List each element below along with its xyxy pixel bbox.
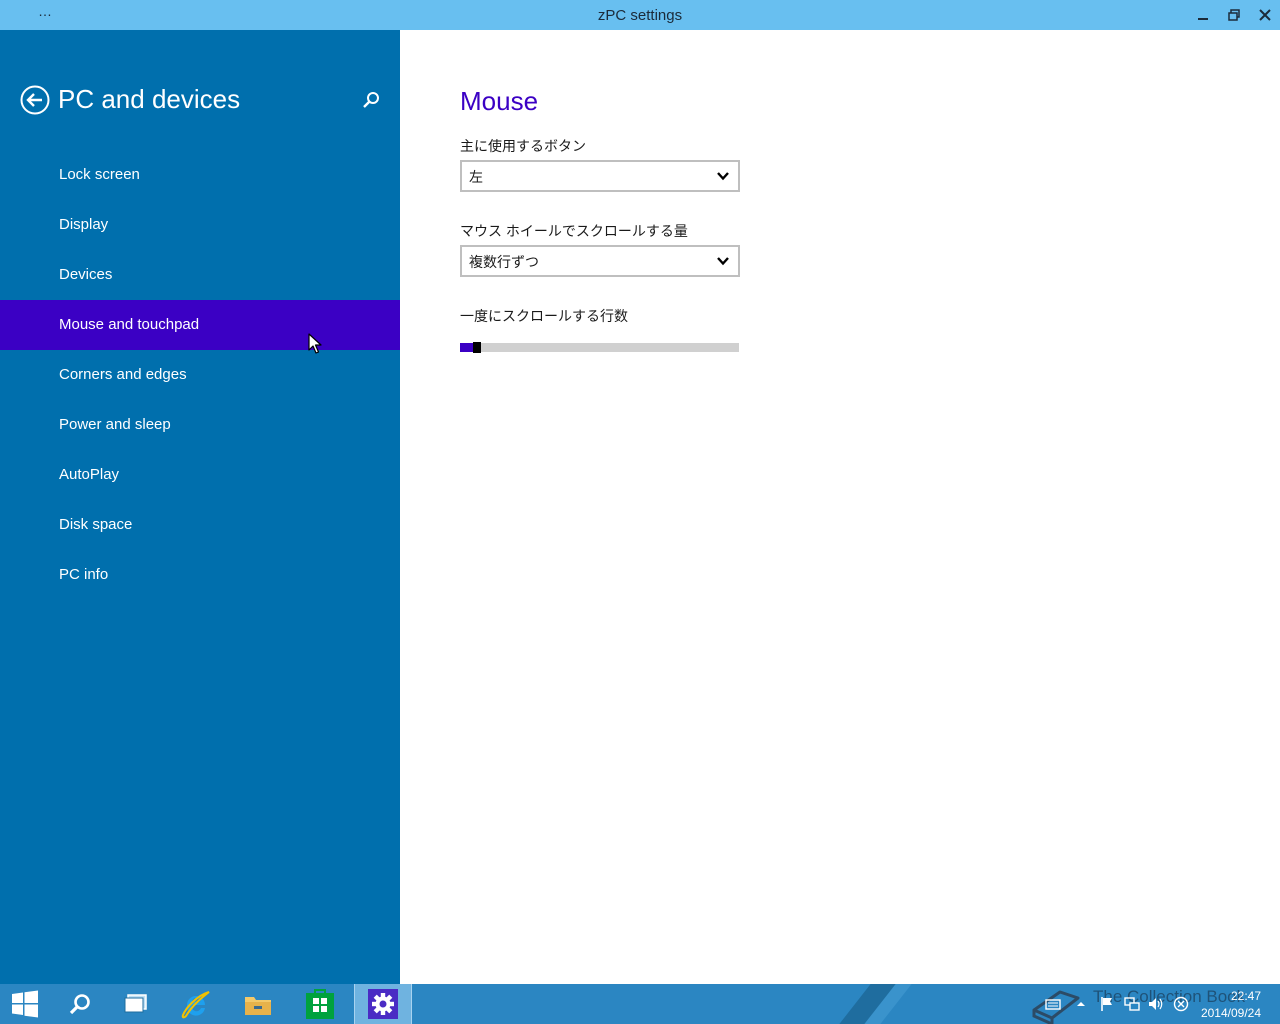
- minimize-icon: [1198, 18, 1208, 20]
- sidebar-item-disk-space[interactable]: Disk space: [0, 500, 400, 550]
- sidebar-item-mouse-and-touchpad[interactable]: Mouse and touchpad: [0, 300, 400, 350]
- sidebar-item-power-and-sleep[interactable]: Power and sleep: [0, 400, 400, 450]
- sidebar-item-lock-screen[interactable]: Lock screen: [0, 150, 400, 200]
- flag-icon[interactable]: [1099, 996, 1115, 1012]
- sidebar-title: PC and devices: [58, 84, 241, 114]
- store-button[interactable]: [292, 984, 348, 1024]
- store-icon: [306, 989, 334, 1019]
- wheel-scroll-select[interactable]: 複数行ずつ: [460, 245, 740, 277]
- sidebar-item-pc-info[interactable]: PC info: [0, 550, 400, 600]
- close-icon: [1259, 9, 1271, 21]
- page-title: Mouse: [460, 86, 539, 116]
- chevron-down-icon: [717, 257, 729, 266]
- primary-button-select[interactable]: 左: [460, 160, 740, 192]
- start-button[interactable]: [0, 984, 50, 1024]
- primary-button-label: 主に使用するボタン: [460, 138, 586, 154]
- task-view-icon: [124, 994, 147, 1013]
- clock-time[interactable]: 22:47: [1203, 989, 1261, 1003]
- sidebar-item-label: Power and sleep: [59, 416, 171, 433]
- sidebar-item-label: Lock screen: [59, 166, 140, 183]
- task-view-button[interactable]: [108, 984, 164, 1024]
- pc-settings-button[interactable]: [354, 984, 412, 1024]
- taskbar: The Collection Book 22:47 2014/09/24: [0, 984, 1280, 1024]
- sidebar-item-label: Mouse and touchpad: [59, 316, 200, 333]
- sidebar-item-label: Corners and edges: [59, 366, 187, 383]
- sidebar-item-label: AutoPlay: [59, 466, 120, 483]
- keyboard-icon[interactable]: [1045, 996, 1061, 1012]
- main-content: Mouse 主に使用するボタン 左 マウス ホイールでスクロールする量 複数行ず…: [400, 30, 1280, 984]
- minimize-button[interactable]: [1188, 0, 1218, 30]
- chevron-up-icon[interactable]: [1073, 996, 1089, 1012]
- lines-per-scroll-slider[interactable]: [460, 342, 739, 353]
- search-icon: [69, 994, 90, 1015]
- internet-explorer-icon: [181, 991, 210, 1019]
- wheel-scroll-value: 複数行ずつ: [469, 254, 539, 270]
- close-button[interactable]: [1250, 0, 1280, 30]
- sidebar: PC and devices Lock screen Display Devic…: [0, 30, 400, 984]
- gear-icon: [368, 989, 398, 1019]
- windows-logo-icon: [12, 990, 38, 1018]
- sidebar-nav: Lock screen Display Devices Mouse and to…: [0, 150, 400, 600]
- error-icon[interactable]: [1173, 996, 1189, 1012]
- chevron-down-icon: [717, 172, 729, 181]
- taskbar-search-button[interactable]: [52, 984, 108, 1024]
- sidebar-item-label: PC info: [59, 566, 109, 583]
- internet-explorer-button[interactable]: [168, 984, 224, 1024]
- search-icon: [363, 92, 379, 108]
- search-button[interactable]: [360, 89, 382, 111]
- volume-icon[interactable]: [1148, 996, 1164, 1012]
- restore-button[interactable]: [1219, 0, 1249, 30]
- clock-date[interactable]: 2014/09/24: [1196, 1006, 1261, 1020]
- sidebar-header: PC and devices: [0, 78, 400, 122]
- lines-per-scroll-label: 一度にスクロールする行数: [460, 308, 628, 324]
- window-title: zPC settings: [597, 7, 683, 24]
- folder-icon: [245, 997, 271, 1015]
- slider-thumb[interactable]: [473, 342, 481, 353]
- title-bar: … zPC settings: [0, 0, 1280, 30]
- sidebar-item-label: Display: [59, 216, 109, 233]
- sidebar-item-display[interactable]: Display: [0, 200, 400, 250]
- restore-icon: [1228, 9, 1240, 21]
- sidebar-item-autoplay[interactable]: AutoPlay: [0, 450, 400, 500]
- sidebar-item-label: Disk space: [59, 516, 133, 533]
- back-button[interactable]: [20, 85, 50, 115]
- network-icon[interactable]: [1124, 996, 1140, 1012]
- primary-button-value: 左: [469, 169, 483, 185]
- back-arrow-icon: [20, 85, 50, 115]
- wheel-scroll-label: マウス ホイールでスクロールする量: [460, 223, 688, 239]
- slider-fill: [460, 343, 473, 352]
- sidebar-item-corners-and-edges[interactable]: Corners and edges: [0, 350, 400, 400]
- sidebar-item-label: Devices: [59, 266, 113, 283]
- sidebar-item-devices[interactable]: Devices: [0, 250, 400, 300]
- file-explorer-button[interactable]: [230, 984, 286, 1024]
